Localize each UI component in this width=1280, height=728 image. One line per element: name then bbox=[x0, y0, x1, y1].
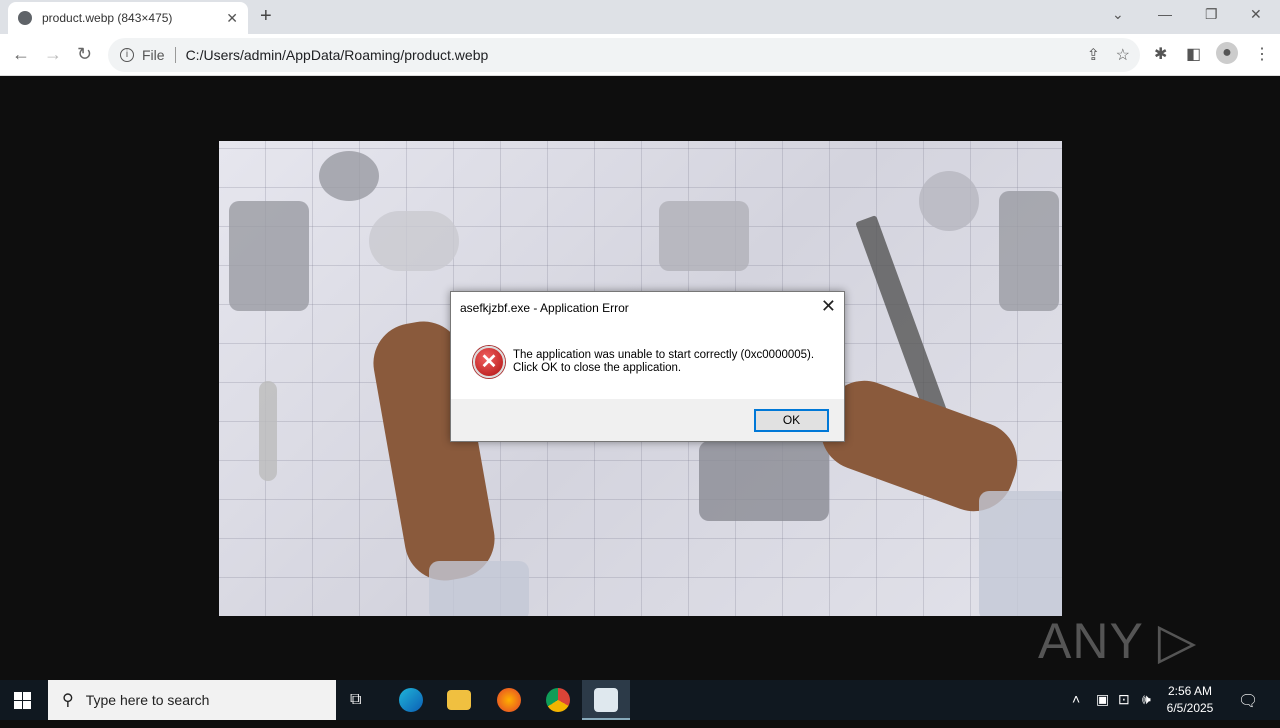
camera-icon[interactable]: ▣ bbox=[1096, 691, 1109, 708]
share-icon[interactable]: ⇪ bbox=[1087, 45, 1100, 65]
side-panel-icon[interactable]: ◧ bbox=[1186, 44, 1201, 64]
bookmark-star-icon[interactable]: ☆ bbox=[1116, 45, 1130, 65]
search-placeholder: Type here to search bbox=[85, 692, 210, 708]
date: 6/5/2025 bbox=[1166, 701, 1214, 715]
edge-icon[interactable] bbox=[399, 688, 423, 712]
url-text[interactable]: C:/Users/admin/AppData/Roaming/product.w… bbox=[186, 47, 489, 63]
dialog-footer: OK bbox=[451, 399, 844, 441]
error-icon: ✕ bbox=[473, 346, 505, 378]
task-view-icon[interactable]: ⧉ bbox=[350, 691, 361, 709]
tab-search-icon[interactable]: ⌄ bbox=[1112, 6, 1124, 23]
tab-product-webp[interactable]: product.webp (843×475) ✕ bbox=[8, 2, 248, 34]
new-tab-button[interactable]: + bbox=[260, 5, 272, 28]
message-line-2: Click OK to close the application. bbox=[513, 362, 682, 374]
info-icon[interactable]: i bbox=[120, 48, 134, 62]
active-app-taskbar-button[interactable] bbox=[582, 680, 630, 720]
address-bar[interactable]: i File C:/Users/admin/AppData/Roaming/pr… bbox=[108, 38, 1140, 72]
dialog-close-button[interactable]: ✕ bbox=[821, 296, 836, 317]
application-error-dialog: asefkjzbf.exe - Application Error ✕ ✕ Th… bbox=[450, 291, 845, 442]
app-window-icon bbox=[594, 688, 618, 712]
search-icon: ⚲ bbox=[62, 692, 74, 709]
close-window-button[interactable]: ✕ bbox=[1250, 6, 1262, 23]
firefox-icon[interactable] bbox=[497, 688, 521, 712]
menu-icon[interactable]: ⋮ bbox=[1254, 44, 1270, 64]
minimize-button[interactable]: — bbox=[1158, 6, 1172, 22]
file-label: File bbox=[142, 47, 176, 63]
profile-avatar[interactable]: ● bbox=[1216, 42, 1238, 64]
ok-button[interactable]: OK bbox=[754, 409, 829, 432]
error-message: The application was unable to start corr… bbox=[513, 349, 814, 375]
forward-button[interactable]: → bbox=[44, 44, 62, 65]
globe-icon bbox=[18, 11, 32, 25]
network-icon[interactable]: ⊡ bbox=[1118, 691, 1130, 708]
back-button[interactable]: ← bbox=[12, 44, 30, 65]
clock[interactable]: 2:56 AM 6/5/2025 bbox=[1160, 683, 1220, 717]
taskbar: ⚲ Type here to search ⧉ ˄ ▣ ⊡ 🕪 2:56 AM … bbox=[0, 680, 1280, 720]
extensions-icon[interactable]: ✱ bbox=[1154, 44, 1167, 64]
restore-button[interactable]: ❐ bbox=[1205, 6, 1218, 23]
reload-button[interactable]: ↻ bbox=[77, 44, 92, 65]
close-tab-icon[interactable]: ✕ bbox=[226, 10, 238, 27]
show-hidden-icons[interactable]: ˄ bbox=[1072, 691, 1080, 707]
file-explorer-icon[interactable] bbox=[447, 690, 471, 710]
volume-icon[interactable]: 🕪 bbox=[1142, 691, 1151, 708]
chrome-icon[interactable] bbox=[546, 688, 570, 712]
browser-toolbar: ← → ↻ i File C:/Users/admin/AppData/Roam… bbox=[0, 34, 1280, 76]
dialog-title: asefkjzbf.exe - Application Error bbox=[460, 301, 629, 315]
notifications-icon[interactable]: 🗨 bbox=[1238, 691, 1258, 711]
tab-bar: product.webp (843×475) ✕ + ⌄ — ❐ ✕ bbox=[0, 0, 1280, 34]
time: 2:56 AM bbox=[1167, 684, 1213, 698]
tab-title: product.webp (843×475) bbox=[42, 11, 173, 25]
message-line-1: The application was unable to start corr… bbox=[513, 349, 815, 361]
taskbar-search-box[interactable]: ⚲ Type here to search bbox=[48, 680, 336, 720]
windows-start-button[interactable] bbox=[14, 692, 31, 709]
